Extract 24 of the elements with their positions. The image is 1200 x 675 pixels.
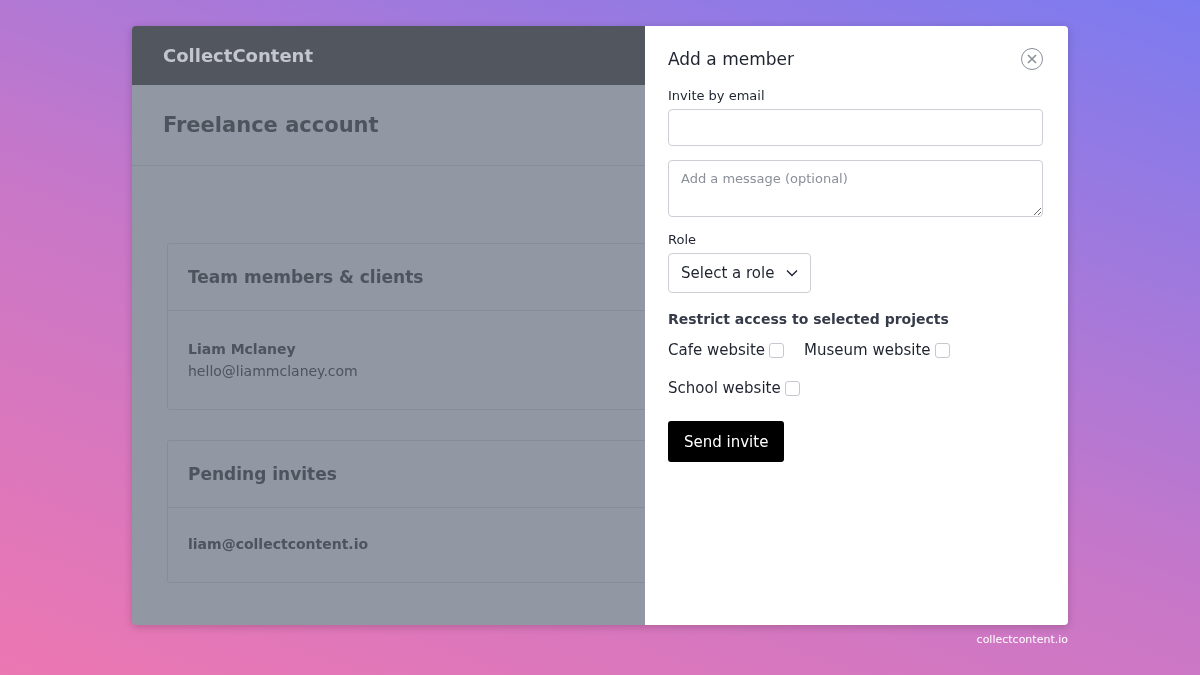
- projects-heading: Restrict access to selected projects: [668, 311, 950, 327]
- role-select[interactable]: Select a role: [668, 253, 812, 293]
- section-title: Team members & clients: [188, 267, 424, 287]
- project-label: Museum website: [804, 341, 931, 359]
- send-invite-button[interactable]: Send invite: [668, 421, 785, 462]
- page-title: Freelance account: [163, 113, 379, 137]
- project-checkbox[interactable]: [784, 380, 800, 396]
- project-label: Cafe website: [668, 341, 766, 359]
- field-label: Invite by email: [668, 88, 766, 103]
- member-email: liam@collectcontent.io: [188, 536, 370, 552]
- chevron-down-icon: [786, 269, 799, 277]
- project-checkbox[interactable]: [934, 342, 950, 358]
- project-label: School website: [668, 379, 781, 397]
- dialog-title: Add a member: [668, 49, 794, 69]
- brand-name: CollectContent: [163, 45, 314, 66]
- field-label: Role: [668, 232, 697, 247]
- member-email: hello@liammclaney.com: [188, 363, 359, 379]
- email-field[interactable]: [668, 109, 1043, 146]
- close-icon: [1027, 54, 1037, 64]
- message-field[interactable]: Add a message (optional): [668, 160, 1043, 217]
- site-caption: collectcontent.io: [976, 633, 1068, 646]
- section-title: Pending invites: [188, 464, 337, 484]
- member-name: Liam Mclaney: [188, 341, 297, 357]
- project-checkbox[interactable]: [769, 342, 785, 358]
